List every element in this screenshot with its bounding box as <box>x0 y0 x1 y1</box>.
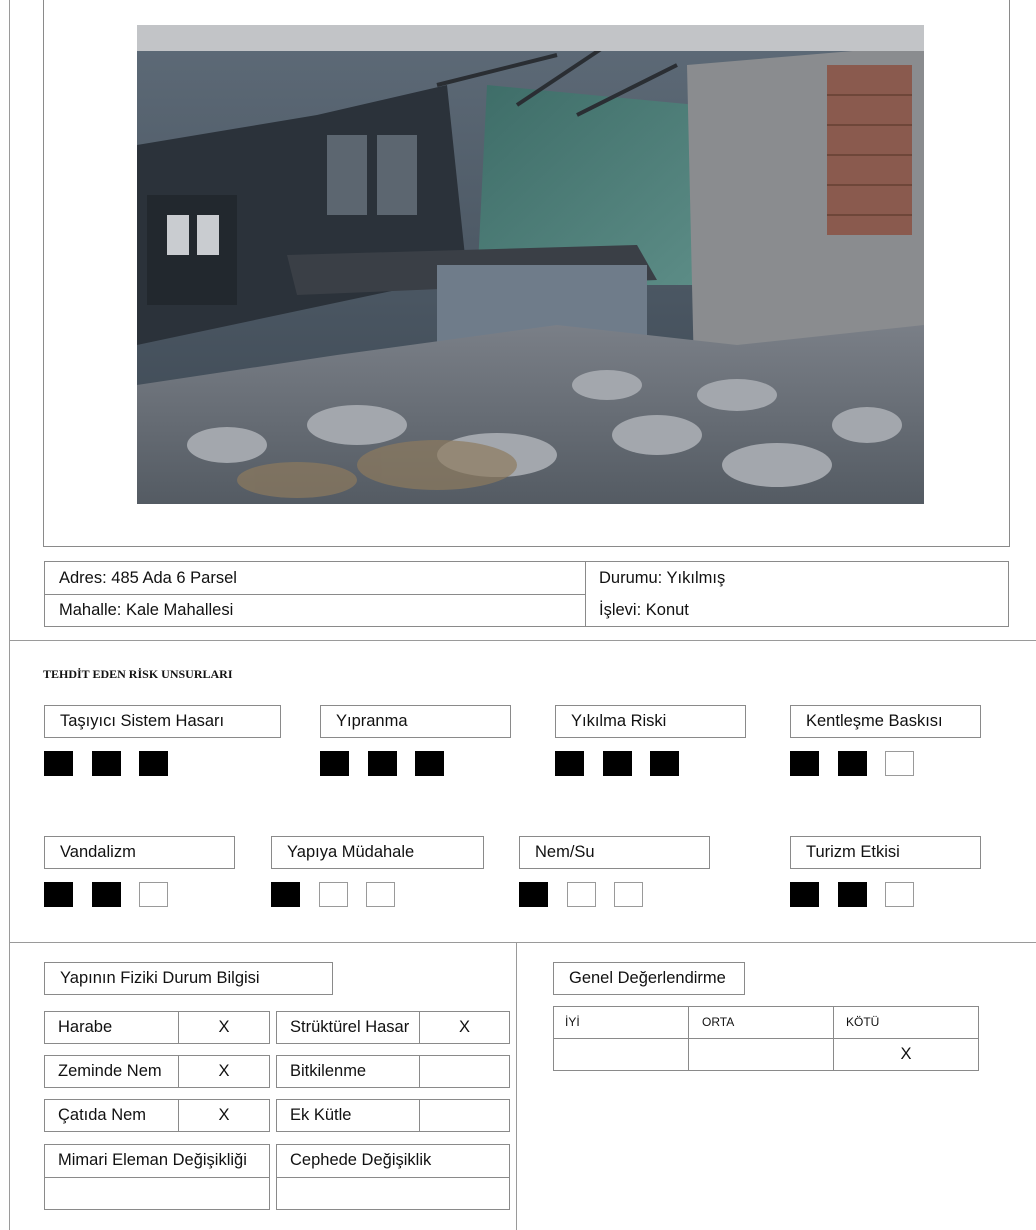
facade-change-divider <box>276 1177 510 1178</box>
page-left-border <box>9 0 10 1230</box>
risk-label-vandalism: Vandalizm <box>44 836 235 869</box>
evaluation-header-medium: ORTA <box>702 1015 735 1029</box>
neighborhood-field: Mahalle: Kale Mahallesi <box>59 600 234 619</box>
risk-level-square <box>790 751 819 776</box>
physical-mark-ruin: X <box>218 1018 230 1036</box>
risk-level-square <box>320 751 349 776</box>
risk-level-square <box>271 882 300 907</box>
risk-level-square <box>139 882 168 907</box>
section-divider-top <box>9 640 1036 641</box>
risk-level-square <box>885 882 914 907</box>
risk-level-square <box>366 882 395 907</box>
physical-label-vegetation: Bitkilenme <box>290 1062 367 1080</box>
evaluation-mark-bad: X <box>900 1045 912 1063</box>
arch-change-divider <box>44 1177 270 1178</box>
risk-level-square <box>837 882 867 907</box>
risk-level-square <box>367 751 397 776</box>
risk-label-load-bearing: Taşıyıcı Sistem Hasarı <box>44 705 281 738</box>
physical-section-title: Yapının Fiziki Durum Bilgisi <box>44 962 333 995</box>
risk-level-square <box>790 882 819 907</box>
risk-label-moisture: Nem/Su <box>519 836 710 869</box>
physical-label-structural: Strüktürel Hasar <box>290 1018 410 1036</box>
building-photo <box>137 25 924 504</box>
physical-mark-roof-moisture: X <box>218 1106 230 1124</box>
physical-mark-ground-moisture: X <box>218 1062 230 1080</box>
physical-label-extra-mass: Ek Kütle <box>290 1106 352 1124</box>
risk-level-square <box>650 751 679 776</box>
physical-mark-structural: X <box>458 1018 470 1036</box>
risk-level-square <box>44 882 73 907</box>
risk-level-square <box>837 751 867 776</box>
risk-level-square <box>602 751 632 776</box>
risk-label-urban-pressure: Kentleşme Baskısı <box>790 705 981 738</box>
section-divider-bottom <box>9 942 1036 943</box>
risk-level-square <box>318 882 348 907</box>
physical-mark-extra-mass <box>419 1099 510 1132</box>
physical-label-roof-moisture: Çatıda Nem <box>58 1106 147 1124</box>
risk-level-square <box>519 882 548 907</box>
physical-mark-vegetation <box>419 1055 510 1088</box>
risk-level-square <box>139 751 168 776</box>
status-field: Durumu: Yıkılmış <box>599 568 726 587</box>
evaluation-mark-medium <box>688 1039 833 1070</box>
risk-label-tourism: Turizm Etkisi <box>790 836 981 869</box>
risk-level-square <box>44 751 73 776</box>
evaluation-header-good: İYİ <box>565 1015 580 1029</box>
risk-level-square <box>555 751 584 776</box>
function-field: İşlevi: Konut <box>599 600 689 619</box>
bottom-column-divider <box>516 942 517 1230</box>
risk-label-intervention: Yapıya Müdahale <box>271 836 484 869</box>
evaluation-mark-good <box>553 1039 688 1070</box>
physical-label-ruin: Harabe <box>58 1018 113 1036</box>
evaluation-header-bad: KÖTÜ <box>846 1015 880 1029</box>
risk-level-square <box>885 751 914 776</box>
physical-label-ground-moisture: Zeminde Nem <box>58 1062 162 1080</box>
evaluation-title: Genel Değerlendirme <box>553 962 745 995</box>
risk-label-wear: Yıpranma <box>320 705 511 738</box>
risk-level-square <box>566 882 596 907</box>
risk-level-square <box>614 882 643 907</box>
risk-level-square <box>415 751 444 776</box>
arch-change-label: Mimari Eleman Değişikliği <box>58 1151 247 1169</box>
risk-level-square <box>91 751 121 776</box>
risk-level-square <box>91 882 121 907</box>
risk-section-title: TEHDİT EDEN RİSK UNSURLARI <box>43 666 233 681</box>
info-table-column-divider <box>585 561 586 627</box>
facade-change-label: Cephede Değişiklik <box>290 1151 432 1169</box>
risk-label-collapse: Yıkılma Riski <box>555 705 746 738</box>
address-field: Adres: 485 Ada 6 Parsel <box>59 568 237 587</box>
ruined-building-image <box>137 25 924 504</box>
